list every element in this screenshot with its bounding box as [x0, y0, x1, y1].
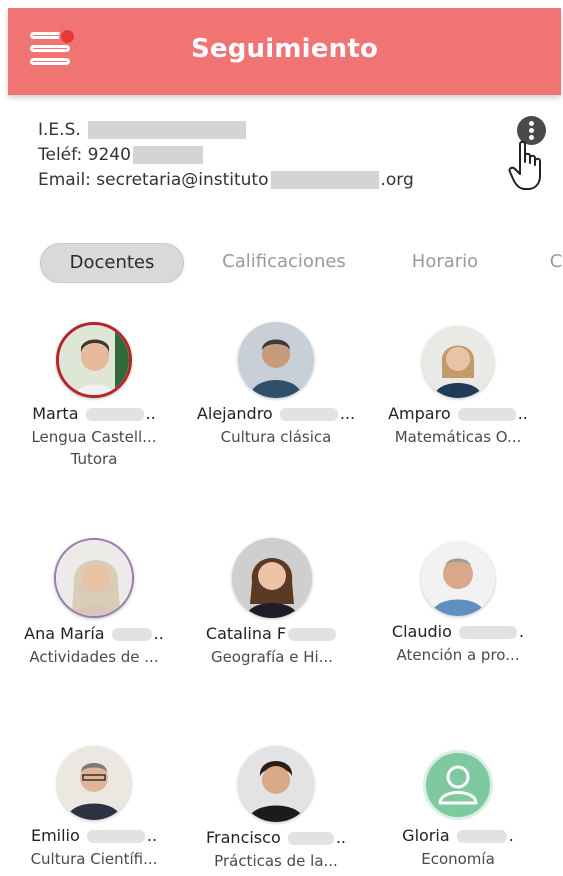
avatar	[238, 322, 314, 398]
teacher-subject: Cultura clásica	[220, 428, 332, 446]
teacher-name: Marta ..	[4, 404, 184, 423]
teacher-name-ellipsis: ..	[335, 828, 346, 847]
redacted-surname	[288, 628, 337, 641]
avatar	[238, 746, 314, 822]
school-info: I.E.S. Teléf: 9240 Email: secretaria@ins…	[38, 118, 414, 193]
teacher-name: Gloria .	[368, 826, 548, 845]
redacted-surname	[287, 832, 334, 845]
more-vertical-icon-dot	[529, 128, 534, 133]
tab-bar: Docentes Calificaciones Horario C	[0, 243, 563, 283]
school-name: I.E.S.	[38, 118, 414, 143]
avatar	[422, 326, 494, 398]
app-header: Seguimiento	[8, 8, 561, 95]
redacted-surname	[279, 408, 338, 421]
teacher-name-ellipsis: ...	[339, 404, 356, 423]
teacher-name-ellipsis: .	[518, 622, 525, 641]
school-name-label: I.E.S.	[38, 120, 81, 140]
redacted-block	[88, 121, 247, 139]
teacher-subject: Prácticas de la...	[214, 852, 338, 870]
redacted-surname	[85, 408, 144, 421]
teacher-card[interactable]: Gloria . Economía	[368, 750, 548, 868]
teacher-subject: Atención a pro...	[396, 646, 520, 664]
school-email-label: Email: secretaria@instituto	[38, 170, 269, 190]
teacher-name: Amparo ..	[368, 404, 548, 423]
teacher-subject: Actividades de ...	[29, 648, 159, 666]
redacted-surname	[458, 626, 517, 639]
teacher-card[interactable]: Claudio . Atención a pro...	[368, 542, 548, 664]
tab-horario[interactable]: Horario	[386, 243, 504, 283]
page-title: Seguimiento	[190, 34, 379, 64]
avatar	[421, 542, 495, 616]
teacher-subject: Cultura Científi...	[30, 850, 158, 868]
teacher-first-name: Alejandro	[196, 404, 273, 423]
avatar	[232, 538, 312, 618]
teacher-first-name: Claudio	[391, 622, 452, 641]
teacher-first-name: Amparo	[388, 404, 451, 423]
teacher-subject: Geografía e Hi...	[210, 648, 334, 666]
teacher-card[interactable]: Amparo .. Matemáticas O...	[368, 326, 548, 446]
redacted-surname	[86, 830, 145, 843]
school-email: Email: secretaria@instituto .org	[38, 168, 414, 193]
teacher-first-name: Marta	[32, 404, 79, 423]
avatar	[57, 746, 131, 820]
teacher-name: Francisco ..	[186, 828, 366, 847]
teacher-card[interactable]: Marta .. Lengua Castell... Tutora	[4, 322, 184, 468]
teacher-name-ellipsis: ..	[153, 624, 164, 643]
teacher-name-ellipsis: ..	[146, 826, 158, 845]
teacher-name: Claudio .	[368, 622, 548, 641]
tab-docentes[interactable]: Docentes	[40, 243, 184, 283]
teacher-first-name: Catalina F	[205, 624, 287, 643]
more-vertical-icon	[529, 121, 534, 126]
teacher-name: Ana María ..	[4, 624, 184, 643]
teacher-name-ellipsis: .	[508, 826, 514, 845]
teacher-role: Tutora	[70, 450, 118, 468]
teacher-card[interactable]: Francisco .. Prácticas de la...	[186, 746, 366, 870]
teacher-card[interactable]: Alejandro ... Cultura clásica	[186, 322, 366, 446]
teacher-name: Alejandro ...	[186, 404, 366, 423]
user-icon	[438, 765, 478, 805]
teacher-first-name: Emilio	[30, 826, 80, 845]
tab-calificaciones[interactable]: Calificaciones	[212, 243, 356, 283]
teacher-card[interactable]: Ana María .. Actividades de ...	[4, 538, 184, 666]
teacher-first-name: Gloria	[402, 826, 450, 845]
redacted-block	[270, 171, 379, 189]
redacted-surname	[457, 408, 516, 421]
avatar	[56, 322, 132, 398]
hand-pointer-icon	[508, 140, 541, 190]
redacted-surname	[456, 830, 507, 843]
redacted-block	[132, 146, 203, 164]
teacher-card[interactable]: Catalina F Geografía e Hi...	[182, 538, 362, 666]
teacher-first-name: Ana María	[24, 624, 105, 643]
teacher-subject: Economía	[421, 850, 495, 868]
school-phone-label: Teléf: 9240	[38, 145, 131, 165]
teacher-name: Emilio ..	[4, 826, 184, 845]
tab-more[interactable]: C	[541, 243, 563, 283]
school-email-suffix: .org	[380, 170, 414, 190]
avatar	[423, 750, 493, 820]
teacher-first-name: Francisco	[206, 828, 281, 847]
avatar	[54, 538, 134, 618]
teacher-card[interactable]: Emilio .. Cultura Científi...	[4, 746, 184, 868]
teacher-name-ellipsis: ..	[517, 404, 528, 423]
redacted-surname	[111, 628, 152, 641]
teacher-subject: Lengua Castell...	[31, 428, 157, 446]
school-phone: Teléf: 9240	[38, 143, 414, 168]
teacher-name-ellipsis: ..	[145, 404, 156, 423]
teacher-subject: Matemáticas O...	[394, 428, 522, 446]
teacher-name: Catalina F	[182, 624, 362, 643]
